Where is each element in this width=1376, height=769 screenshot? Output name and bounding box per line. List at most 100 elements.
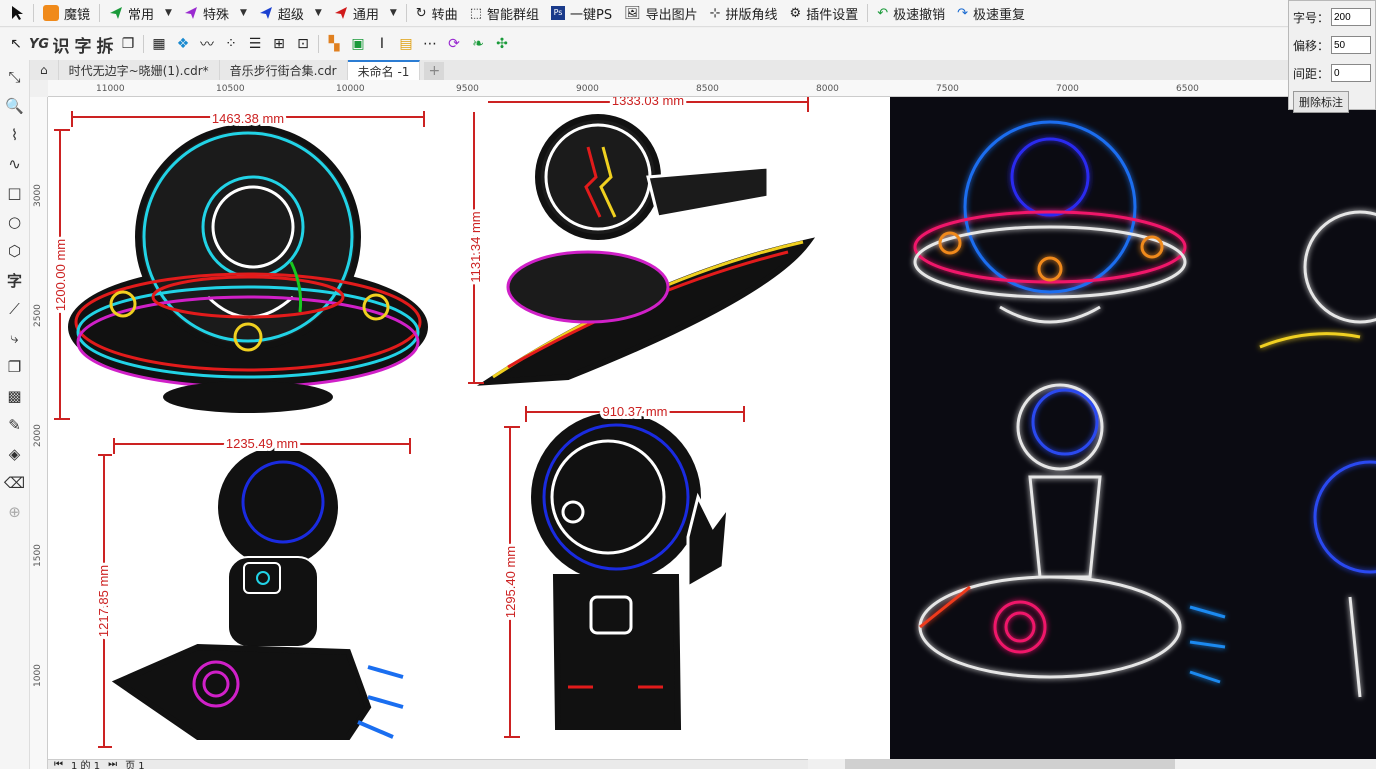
puzzle-icon[interactable]: ✣ [490, 32, 514, 56]
grid-yellow-icon[interactable]: ▤ [394, 32, 418, 56]
image-icon: 🖼 [624, 5, 641, 21]
mirror-icon [43, 5, 59, 21]
copy-icon[interactable]: ❐ [116, 32, 140, 56]
pattern-icon[interactable]: ❖ [171, 32, 195, 56]
horizontal-scrollbar[interactable] [845, 759, 1175, 769]
redo-icon: ↷ [957, 5, 969, 21]
add-tool-icon[interactable]: ⊕ [2, 499, 28, 525]
horizontal-ruler[interactable]: 11000 10500 10000 9500 9000 8500 8000 7500 7000 6… [48, 80, 1376, 97]
special-dropdown[interactable]: 特殊 ▼ [178, 1, 253, 26]
eyedropper-tool-icon[interactable]: ✎ [2, 412, 28, 438]
ufo-astronaut-artwork[interactable] [68, 124, 428, 413]
mirror-button[interactable]: 魔镜 [37, 1, 96, 26]
plugin-settings-button[interactable]: ⚙ 插件设置 [784, 1, 865, 26]
bezier-tool-icon[interactable]: ∿ [2, 151, 28, 177]
vertical-ruler[interactable]: 3000 2500 2000 1500 1000 [30, 97, 48, 769]
landscape-icon[interactable]: ▣ [346, 32, 370, 56]
eraser-tool-icon[interactable]: ⌫ [2, 470, 28, 496]
fast-redo-button[interactable]: ↷ 极速重复 [951, 1, 1031, 26]
ruler-tick-label: 10500 [216, 84, 245, 94]
peace-height-label: 1295.40 mm [503, 546, 518, 618]
common-dropdown[interactable]: 常用 ▼ [103, 1, 178, 26]
page-navigator: ⏮ 1 的 1 ⏭ 页 1 [48, 759, 808, 769]
fast-undo-button[interactable]: ↶ 极速撤销 [871, 1, 951, 26]
color-blocks-icon[interactable]: ▚ [322, 32, 346, 56]
ruler-tick-label: 10000 [336, 84, 365, 94]
general-dropdown[interactable]: 通用 ▼ [328, 1, 403, 26]
paper-plane-icon [110, 7, 123, 19]
char-button[interactable]: 字 [72, 32, 94, 57]
scatter-icon[interactable]: ⊡ [291, 32, 315, 56]
add-tab-button[interactable]: + [424, 62, 445, 80]
rocket-astronaut-artwork[interactable] [111, 447, 404, 740]
split-button[interactable]: 拆 [94, 32, 116, 57]
transparency-tool-icon[interactable]: ▩ [2, 383, 28, 409]
neon-photo-art [890, 97, 1376, 759]
last-page-icon[interactable]: ⏭ [108, 759, 117, 769]
home-icon: ⌂ [40, 63, 48, 77]
document-tabs: ⌂ 时代无边字~晓姗(1).cdr* 音乐步行街合集.cdr 未命名 -1 + [30, 60, 1290, 80]
smart-group-button[interactable]: ⬚ 智能群组 [464, 1, 545, 26]
pointer-icon [12, 6, 23, 20]
tab-document-1[interactable]: 时代无边字~晓姗(1).cdr* [59, 60, 220, 80]
dots-icon[interactable]: ⋯ [418, 32, 442, 56]
export-image-button[interactable]: 🖼 导出图片 [618, 1, 704, 26]
spacing-input[interactable] [1331, 64, 1371, 82]
ruler-tick-label: 3000 [33, 184, 43, 207]
ruler-tick-label: 9000 [576, 84, 599, 94]
page-tab[interactable]: 页 1 [125, 757, 145, 769]
super-dropdown[interactable]: 超级 ▼ [253, 1, 328, 26]
lines-icon[interactable]: ☰ [243, 32, 267, 56]
surf-astronaut-artwork[interactable] [476, 114, 816, 386]
transform-tool-icon[interactable]: ⤡ [2, 64, 28, 90]
neon-reference-photo [890, 97, 1376, 759]
ruler-tick-label: 8500 [696, 84, 719, 94]
chevron-down-icon: ▼ [389, 8, 397, 18]
font-size-row: 字号： [1293, 3, 1371, 31]
ruler-tick-label: 1000 [33, 664, 43, 687]
peace-astronaut-artwork[interactable] [531, 412, 730, 730]
first-page-icon[interactable]: ⏮ [54, 759, 63, 769]
text-align-icon[interactable]: Ⅰ [370, 32, 394, 56]
ruler-tick-label: 1500 [33, 544, 43, 567]
text-tool-icon[interactable]: 字 [2, 267, 28, 293]
connector-tool-icon[interactable]: ⤷ [2, 325, 28, 351]
select-tool-button[interactable] [4, 1, 30, 26]
rectangle-tool-icon[interactable]: □ [2, 180, 28, 206]
align-icon[interactable]: ⊞ [267, 32, 291, 56]
arrows-icon[interactable]: ⟳ [442, 32, 466, 56]
shadow-tool-icon[interactable]: ❐ [2, 354, 28, 380]
leaf-icon[interactable]: ❧ [466, 32, 490, 56]
delete-annotation-button[interactable]: 删除标注 [1293, 91, 1349, 113]
ellipse-tool-icon[interactable]: ○ [2, 209, 28, 235]
tab-document-2[interactable]: 音乐步行街合集.cdr [220, 60, 348, 80]
top-toolbar: 魔镜 常用 ▼ 特殊 ▼ 超级 ▼ 通用 ▼ ↻ 转曲 ⬚ 智能群组 Ps 一键… [0, 0, 1376, 27]
ruler-tick-label: 2500 [33, 304, 43, 327]
ps-icon: Ps [551, 6, 565, 20]
dimension-tool-icon[interactable]: ⟋ [2, 296, 28, 322]
table-icon[interactable]: ▦ [147, 32, 171, 56]
recognize-button[interactable]: 识 [50, 32, 72, 57]
node-tool-icon[interactable]: ↖ [4, 32, 28, 56]
surf-width-label: 1333.03 mm [612, 97, 684, 108]
home-tab[interactable]: ⌂ [30, 60, 59, 80]
fill-tool-icon[interactable]: ◈ [2, 441, 28, 467]
tab-document-3[interactable]: 未命名 -1 [347, 60, 421, 80]
font-size-input[interactable] [1331, 8, 1371, 26]
distribute-icon[interactable]: ⁘ [219, 32, 243, 56]
freehand-tool-icon[interactable]: ⌇ [2, 122, 28, 148]
page-counter: 1 的 1 [71, 761, 101, 769]
gear-icon: ⚙ [789, 5, 802, 21]
crop-marks-button[interactable]: ⊹ 拼版角线 [704, 1, 784, 26]
curve-icon: ↻ [415, 5, 427, 21]
rocket-width-label: 1235.49 mm [226, 436, 298, 451]
scribble-icon[interactable]: 〰 [195, 32, 219, 56]
yg-button[interactable]: YG [28, 32, 50, 56]
one-click-ps-button[interactable]: Ps 一键PS [545, 1, 618, 26]
ufo-height-label: 1200.00 mm [53, 239, 68, 311]
chevron-down-icon: ▼ [239, 8, 247, 18]
polygon-tool-icon[interactable]: ⬡ [2, 238, 28, 264]
offset-input[interactable] [1331, 36, 1371, 54]
zoom-tool-icon[interactable]: 🔍 [2, 93, 28, 119]
convert-curve-button[interactable]: ↻ 转曲 [410, 1, 464, 26]
